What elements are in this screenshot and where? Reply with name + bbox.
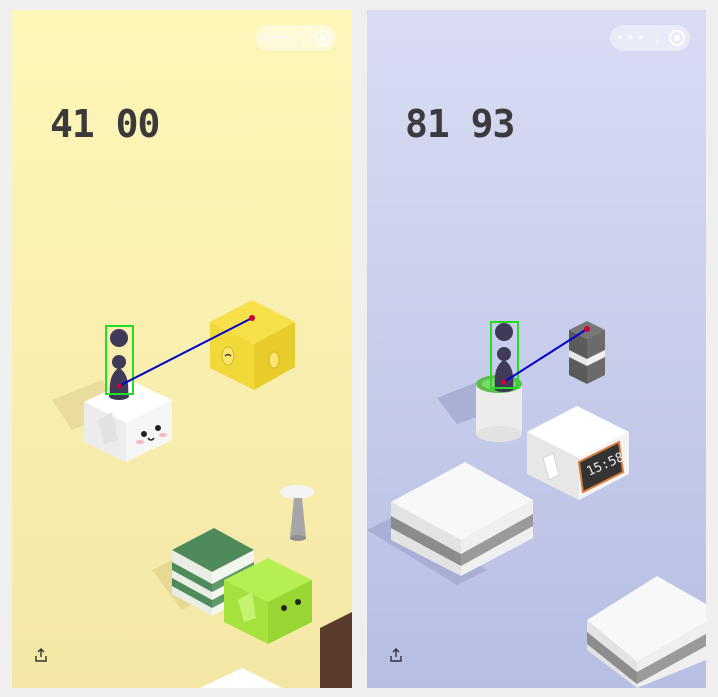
player-piece: [109, 329, 129, 400]
stacked-block-right: [587, 576, 706, 688]
player-point: [116, 383, 122, 389]
game-screen-left: ••• 41 00: [12, 10, 352, 688]
share-icon[interactable]: [34, 648, 48, 662]
target-point: [584, 326, 590, 332]
game-screen-right: ••• 81 93 15:58: [367, 10, 706, 688]
brown-block: [320, 612, 352, 688]
target-point: [249, 315, 255, 321]
game-scene: 15:58: [367, 321, 706, 688]
game-scene: [52, 300, 352, 688]
white-block-bottom: [200, 668, 282, 688]
stacked-block-left: [391, 462, 533, 576]
yellow-cube: [210, 300, 295, 390]
player-point: [501, 379, 507, 385]
stool-object: [280, 485, 314, 541]
share-icon[interactable]: [389, 648, 403, 662]
